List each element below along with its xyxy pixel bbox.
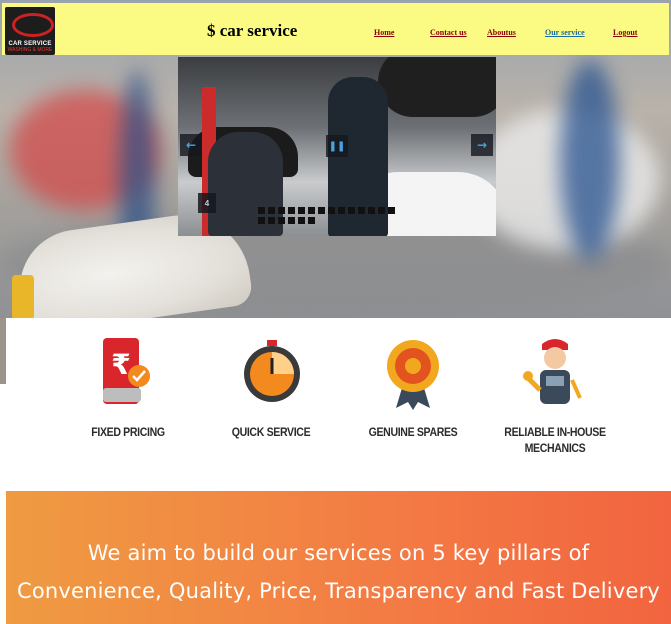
slide-thumb[interactable] [388,207,395,214]
slide-thumb[interactable] [338,207,345,214]
feature-quick-service: QUICK SERVICE [201,332,341,440]
logo-subtext: WASHING & MORE [7,47,53,53]
glove-cuff [12,275,34,320]
slide-thumb[interactable] [278,207,285,214]
features-section: ₹ FIXED PRICING QUICK SERVICE GENUINE SP… [6,318,671,490]
slide-thumb[interactable] [368,207,375,214]
pause-icon: ❚❚ [328,140,346,152]
stopwatch-icon [236,332,306,412]
slide-thumb[interactable] [268,207,275,214]
slide-thumb[interactable] [308,217,315,224]
slide-thumb[interactable] [278,217,285,224]
slide-thumb[interactable] [288,207,295,214]
slider-next-button[interactable]: → [471,134,493,156]
slide-thumb[interactable] [298,207,305,214]
feature-label: GENUINE SPARES [368,425,458,439]
slide-counter: 4 [198,193,216,213]
feature-mechanics: RELIABLE IN-HOUSE MECHANICS [485,332,625,456]
slide-thumb[interactable] [378,207,385,214]
site-header: CAR SERVICE WASHING & MORE $ car service… [2,3,669,55]
slide-thumb[interactable] [258,207,265,214]
site-title: $ car service [207,21,298,40]
nav-logout-link[interactable]: Logout [613,28,637,37]
slide-thumb[interactable] [308,207,315,214]
slide-thumb[interactable] [358,207,365,214]
banner-line-2: Convenience, Quality, Price, Transparenc… [16,579,661,603]
slide-thumb[interactable] [288,217,295,224]
slider-prev-button[interactable]: ← [180,134,202,156]
rupee-receipt-icon: ₹ [93,332,163,412]
slider-thumbnails-row2 [258,217,315,224]
feature-genuine-spares: GENUINE SPARES [343,332,483,440]
nav-about-link[interactable]: Aboutus [487,28,516,37]
slide-thumb[interactable] [298,217,305,224]
mission-banner: We aim to build our services on 5 key pi… [6,491,671,624]
feature-label: RELIABLE IN-HOUSE MECHANICS [504,425,606,455]
nav-home-link[interactable]: Home [374,28,394,37]
slider-pause-button[interactable]: ❚❚ [326,135,348,157]
slide-thumb[interactable] [258,217,265,224]
nav-service-link[interactable]: Our service [545,28,585,37]
gear-badge-icon [378,332,448,412]
car-icon [12,13,54,37]
feature-label: QUICK SERVICE [231,425,311,439]
nav-contact-link[interactable]: Contact us [430,28,467,37]
arrow-left-icon: ← [185,138,197,152]
slide-thumb[interactable] [348,207,355,214]
feature-label: FIXED PRICING [91,425,165,439]
slide-thumb[interactable] [268,217,275,224]
image-slider: ← → ❚❚ 4 [178,57,496,236]
mechanic-icon [520,332,590,412]
arrow-right-icon: → [476,138,488,152]
slide-thumb[interactable] [328,207,335,214]
slider-thumbnails [258,207,395,214]
slide-thumb[interactable] [318,207,325,214]
svg-text:₹: ₹ [111,348,130,381]
logo[interactable]: CAR SERVICE WASHING & MORE [5,7,55,55]
banner-line-1: We aim to build our services on 5 key pi… [87,541,590,565]
feature-fixed-pricing: ₹ FIXED PRICING [58,332,198,440]
